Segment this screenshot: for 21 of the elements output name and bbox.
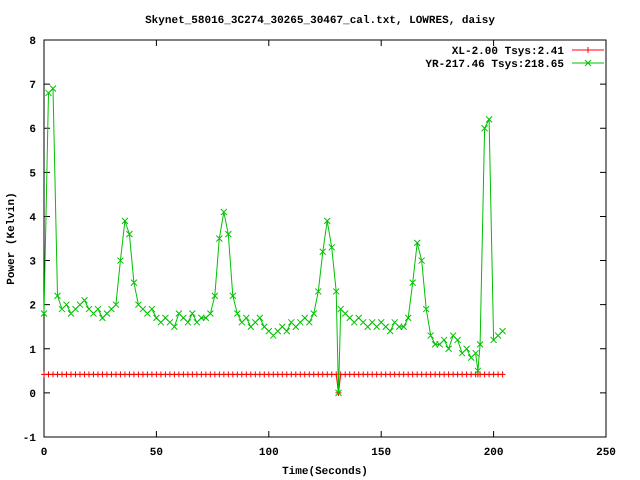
x-tick-label: 150 — [371, 447, 392, 459]
x-tick-label: 0 — [40, 447, 48, 459]
legend-label: XL-2.00 Tsys:2.41 — [452, 46, 564, 58]
y-axis-label: Power (Kelvin) — [6, 192, 18, 285]
y-tick-label: 2 — [29, 300, 36, 313]
legend-label: YR-217.46 Tsys:218.65 — [425, 59, 564, 71]
x-tick-label: 50 — [150, 447, 163, 459]
x-tick-label: 200 — [484, 447, 504, 459]
x-axis-label: Time(Seconds) — [282, 466, 368, 478]
y-tick-label: 7 — [29, 80, 36, 92]
y-tick-label: 0 — [29, 388, 36, 401]
x-tick-label: 100 — [258, 447, 279, 459]
x-tick-label: 250 — [596, 447, 616, 459]
chart-title: Skynet_58016_3C274_30265_30467_cal.txt, LOWRES, daisy — [145, 15, 495, 27]
y-tick-label: 4 — [29, 212, 36, 224]
y-tick-label: 8 — [29, 36, 36, 48]
y-tick-label: -1 — [22, 433, 36, 445]
y-tick-label: 5 — [29, 168, 36, 180]
y-tick-label: 6 — [29, 124, 36, 136]
y-tick-label: 3 — [29, 256, 36, 269]
y-tick-label: 1 — [29, 344, 36, 357]
